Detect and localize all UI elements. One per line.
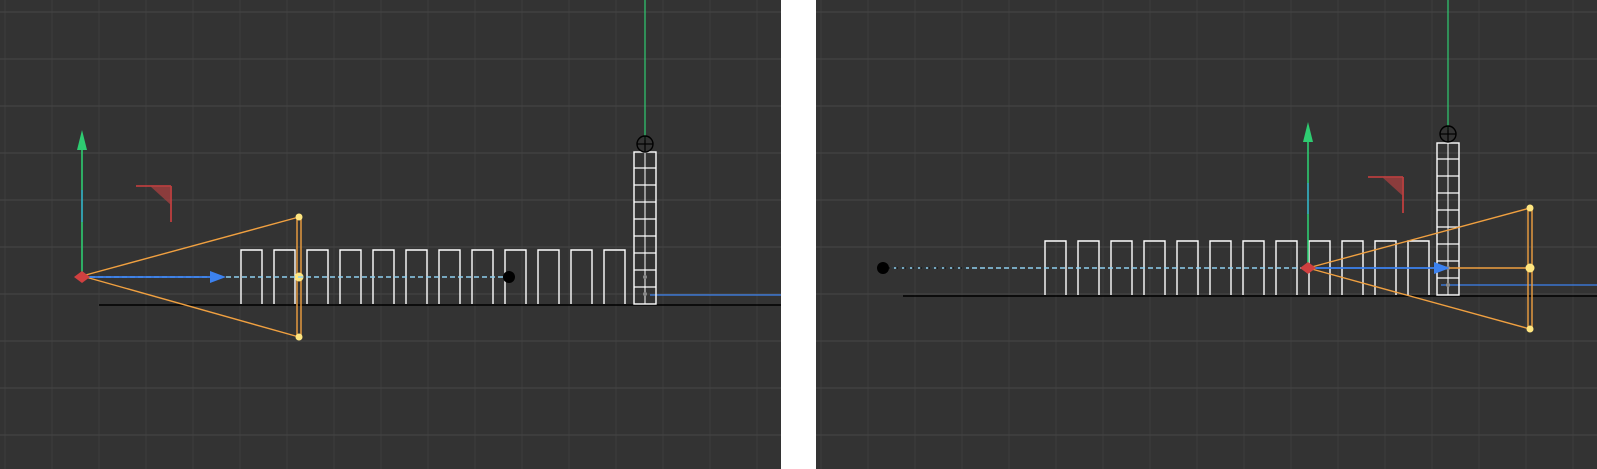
- fence-picket: [537, 249, 560, 304]
- target-null-icon[interactable]: [1439, 125, 1457, 143]
- viewport-divider: [781, 0, 816, 469]
- fence-picket: [603, 249, 626, 304]
- pivot-dot: [643, 292, 647, 296]
- fence-picket: [405, 249, 428, 304]
- pivot-dot: [643, 275, 647, 279]
- target-null-icon[interactable]: [636, 135, 654, 153]
- fence-picket: [1143, 240, 1166, 295]
- corner-marker-icon: [136, 185, 172, 222]
- viewport-left[interactable]: [0, 0, 781, 469]
- ladder-tower[interactable]: [1436, 142, 1460, 296]
- viewport-right-canvas[interactable]: [816, 0, 1597, 469]
- screen: [0, 0, 1597, 469]
- target-point[interactable]: [877, 262, 889, 274]
- fence-picket: [570, 249, 593, 304]
- target-point[interactable]: [503, 271, 515, 283]
- grid: [816, 0, 1597, 469]
- z-arrow-icon[interactable]: [210, 271, 226, 283]
- viewport-right[interactable]: [816, 0, 1597, 469]
- camera-gizmo-icon[interactable]: [1300, 122, 1316, 274]
- ladder-tower[interactable]: [633, 151, 657, 305]
- viewport-left-canvas[interactable]: [0, 0, 781, 469]
- pivot-dot: [1446, 283, 1450, 287]
- grid: [0, 0, 781, 469]
